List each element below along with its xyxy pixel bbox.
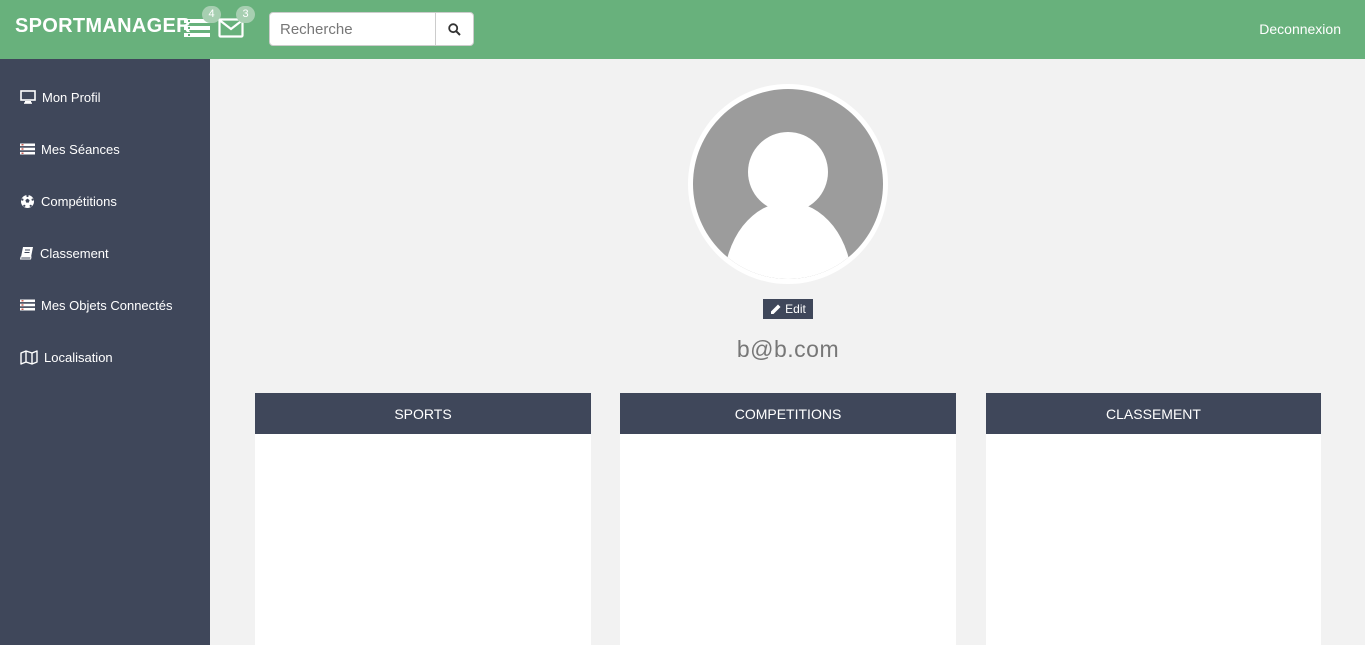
brand-logo[interactable]: SPORTMANAGER: [15, 15, 191, 38]
sidebar-item-competitions[interactable]: Compétitions: [20, 191, 117, 211]
classement-card: CLASSEMENT: [986, 393, 1321, 645]
sidebar-item-label: Mes Séances: [41, 141, 120, 157]
map-icon: [20, 349, 38, 365]
profile-avatar: [688, 84, 888, 284]
messages-notification-button[interactable]: 3: [218, 6, 255, 39]
avatar-image: [693, 89, 883, 279]
search-input[interactable]: [270, 13, 436, 45]
user-silhouette-icon: [724, 132, 852, 279]
search-button[interactable]: [435, 13, 473, 45]
sidebar-item-label: Classement: [40, 245, 109, 261]
sidebar-item-classement[interactable]: Classement: [20, 243, 109, 263]
sidebar-item-label: Compétitions: [41, 193, 117, 209]
competitions-card: COMPETITIONS: [620, 393, 956, 645]
list-icon: [20, 143, 35, 155]
messages-count-badge: 3: [236, 6, 255, 23]
sports-card: SPORTS: [255, 393, 591, 645]
book-icon: [20, 247, 33, 260]
search-box: [269, 12, 474, 46]
top-navbar: SPORTMANAGER 4 3 Deconnexion: [0, 0, 1365, 59]
sidebar-item-mes-seances[interactable]: Mes Séances: [20, 139, 120, 159]
logout-link[interactable]: Deconnexion: [1259, 21, 1341, 37]
search-icon: [448, 22, 461, 36]
sessions-notification-button[interactable]: 4: [184, 6, 221, 39]
card-header: SPORTS: [255, 393, 591, 434]
profile-email: b@b.com: [736, 336, 840, 362]
edit-label: Edit: [785, 302, 806, 316]
sidebar-item-label: Mes Objets Connectés: [41, 297, 173, 313]
sidebar-item-label: Mon Profil: [42, 89, 101, 105]
monitor-icon: [20, 90, 36, 104]
sidebar-item-localisation[interactable]: Localisation: [20, 347, 113, 367]
list-icon: [20, 299, 35, 311]
sidebar: Mon Profil Mes Séances Compétitions Clas…: [0, 59, 210, 645]
card-header: COMPETITIONS: [620, 393, 956, 434]
sidebar-item-label: Localisation: [44, 349, 113, 365]
sidebar-item-mes-objets-connectes[interactable]: Mes Objets Connectés: [20, 295, 173, 315]
soccer-ball-icon: [21, 194, 34, 208]
card-header: CLASSEMENT: [986, 393, 1321, 434]
pencil-icon: [771, 304, 781, 314]
edit-profile-button[interactable]: Edit: [763, 299, 813, 319]
sidebar-item-mon-profil[interactable]: Mon Profil: [20, 87, 101, 107]
